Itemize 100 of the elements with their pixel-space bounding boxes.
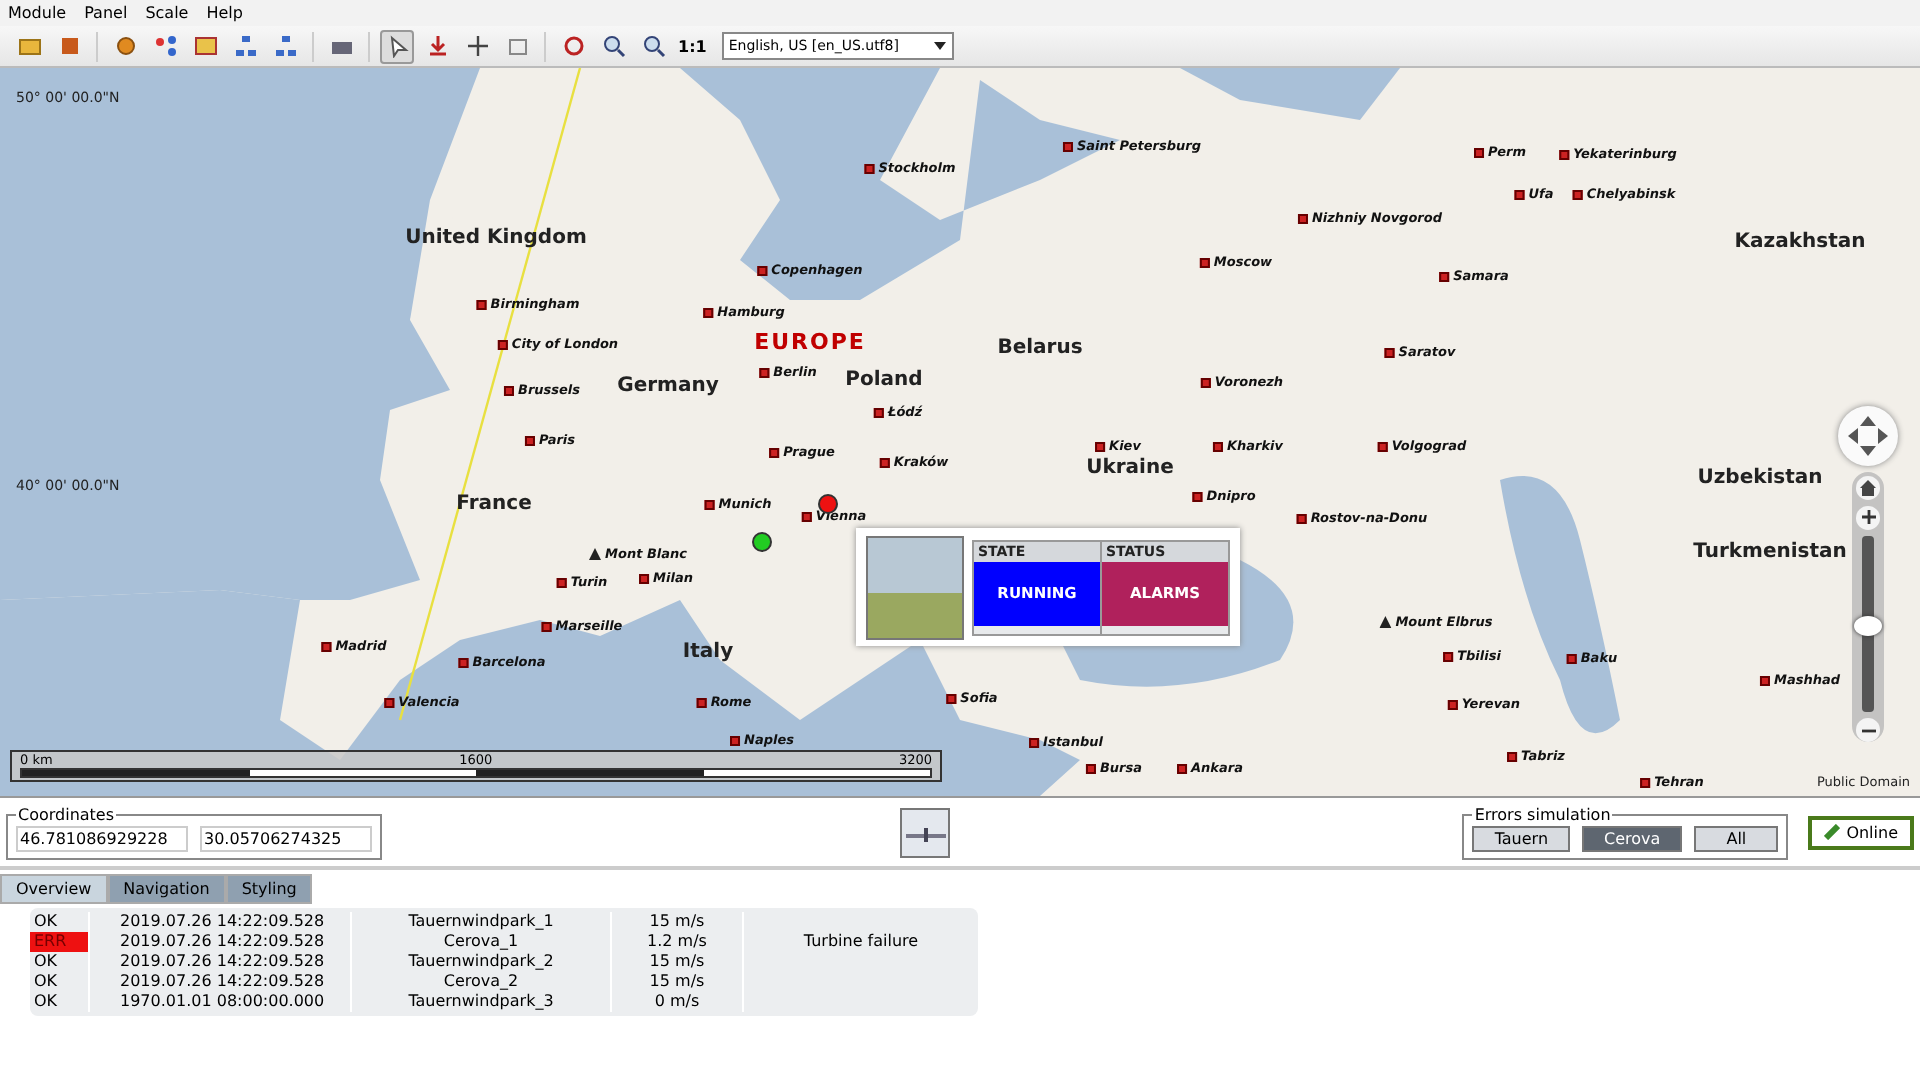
map-label: Turkmenistan	[1693, 541, 1847, 563]
city-marker-icon	[458, 657, 469, 667]
city-marker-icon	[1200, 377, 1211, 387]
map-label: Italy	[682, 641, 734, 663]
peak-icon	[1379, 616, 1392, 628]
online-button[interactable]: Online	[1808, 815, 1914, 849]
city-marker-icon	[1212, 441, 1223, 451]
city-marker-icon	[873, 407, 884, 417]
table-cell: 2019.07.26 14:22:09.528	[90, 932, 352, 952]
table-cell: 15 m/s	[612, 972, 744, 992]
nodes-icon	[153, 34, 177, 58]
stop-icon	[57, 34, 81, 58]
map-label: Ukraine	[1086, 457, 1174, 479]
city-marker-icon	[1474, 147, 1484, 157]
simulate-error-button[interactable]: All	[1694, 825, 1779, 851]
city-marker-icon	[759, 367, 770, 377]
table-cell: 2019.07.26 14:22:09.528	[90, 912, 352, 932]
menu-item[interactable]: Scale	[145, 4, 189, 22]
folder-icon	[17, 34, 41, 58]
simulate-error-button[interactable]: Tauern	[1472, 825, 1571, 851]
map-label: EUROPE	[754, 329, 866, 355]
table-cell: 2019.07.26 14:22:09.528	[90, 972, 352, 992]
city-marker-icon	[1559, 149, 1570, 159]
group-title: Errors simulation	[1472, 805, 1613, 823]
move-icon	[465, 34, 489, 58]
city-marker-icon	[1572, 189, 1583, 199]
table-cell: Tauernwindpark_1	[352, 912, 612, 932]
menu-item[interactable]: Module	[8, 4, 67, 22]
zoom-slider-thumb[interactable]	[1854, 615, 1882, 636]
pointer-icon	[385, 34, 409, 58]
map-label: Belarus	[997, 337, 1083, 359]
city-marker-icon	[1447, 699, 1458, 709]
zoom-out-icon	[641, 34, 665, 58]
city-marker-icon	[497, 339, 508, 349]
city-marker-icon	[476, 299, 487, 309]
plug-icon	[1824, 824, 1841, 840]
photo-placeholder	[866, 535, 964, 639]
tab[interactable]: Styling	[225, 874, 313, 904]
city-marker-icon	[801, 511, 812, 521]
city-marker-icon	[1759, 675, 1770, 685]
city-marker-icon	[321, 641, 332, 651]
table-cell-text: Turbine failure	[801, 932, 921, 952]
menu-item[interactable]: Panel	[84, 4, 128, 22]
city-marker-icon	[1443, 651, 1454, 661]
plus-icon	[1861, 510, 1875, 525]
table-cell: 0 m/s	[612, 992, 744, 1012]
city-marker-icon	[1062, 141, 1073, 151]
status-cell: OK	[30, 992, 90, 1012]
zoom-out-button[interactable]	[1856, 718, 1880, 743]
city-marker-icon	[1384, 347, 1395, 357]
panel-toggle-button[interactable]	[900, 808, 950, 858]
coordinate-field[interactable]: 46.781086929228	[16, 825, 188, 851]
ring-icon	[561, 34, 585, 58]
status-cell: OK	[30, 952, 90, 972]
table-cell: Cerova_2	[352, 972, 612, 992]
coordinate-field[interactable]: 30.05706274325	[200, 825, 372, 851]
table-cell: 1.2 m/s	[612, 932, 744, 952]
city-marker-icon	[541, 621, 552, 631]
city-marker-icon	[730, 735, 740, 745]
city-marker-icon	[769, 447, 780, 457]
map-label: Uzbekistan	[1697, 467, 1823, 489]
tool-button[interactable]	[380, 29, 414, 63]
tab[interactable]: Navigation	[107, 874, 226, 904]
site-dot[interactable]	[752, 532, 772, 552]
city-marker-icon	[1095, 441, 1106, 451]
table-cell: 1970.01.01 08:00:00.000	[90, 992, 352, 1012]
city-marker-icon	[864, 163, 875, 173]
city-marker-icon	[946, 693, 957, 703]
menu-item[interactable]: Help	[206, 4, 243, 22]
zoom-in-icon	[601, 34, 625, 58]
table-cell: 2019.07.26 14:22:09.528	[90, 952, 352, 972]
download-icon	[425, 34, 449, 58]
table-cell: 15 m/s	[612, 912, 744, 932]
city-marker-icon	[384, 697, 395, 707]
actual-size-button[interactable]: 1:1	[676, 29, 709, 63]
map-label: Poland	[845, 369, 923, 391]
status-cell: ERR	[30, 932, 90, 952]
pan-control[interactable]	[1838, 406, 1898, 466]
caret-icon	[934, 42, 947, 50]
hierarchy-icon	[233, 34, 257, 58]
city-marker-icon	[704, 499, 715, 509]
group-title: Coordinates	[16, 805, 117, 823]
status-cell: OK	[30, 972, 90, 992]
home-button[interactable]	[1856, 476, 1880, 500]
site-dot[interactable]	[818, 494, 838, 514]
tab[interactable]: Overview	[0, 874, 108, 904]
zoom-in-button[interactable]	[1856, 505, 1880, 530]
city-marker-icon	[639, 573, 650, 583]
city-marker-icon	[1199, 257, 1210, 267]
city-marker-icon	[1439, 271, 1450, 281]
city-marker-icon	[703, 307, 714, 317]
city-marker-icon	[1640, 777, 1651, 787]
city-marker-icon	[1514, 189, 1525, 199]
picture-icon	[193, 34, 217, 58]
map-label: Germany	[617, 375, 719, 397]
city-marker-icon	[1377, 441, 1388, 451]
simulate-error-button[interactable]: Cerova	[1582, 825, 1683, 851]
table-cell: 15 m/s	[612, 952, 744, 972]
city-marker-icon	[1296, 513, 1307, 523]
city-marker-icon	[696, 697, 707, 707]
